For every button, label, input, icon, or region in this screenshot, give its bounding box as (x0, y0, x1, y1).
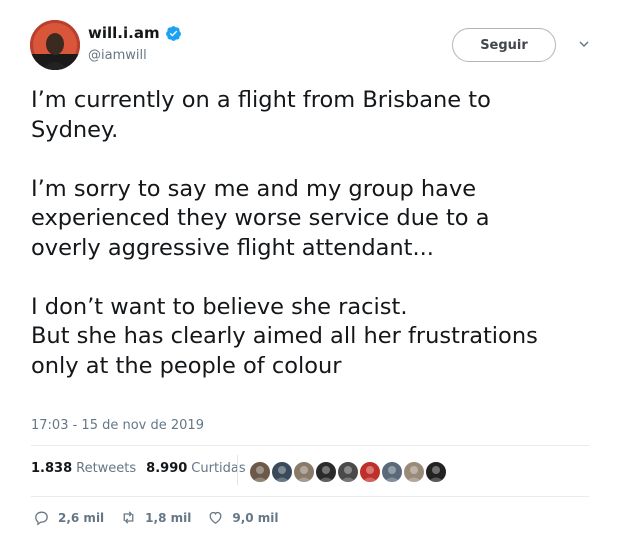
like-count: 9,0 mil (232, 510, 279, 525)
likes-count: 8.990 (146, 461, 188, 476)
liker-avatar[interactable] (402, 460, 426, 484)
tweet-line: experienced they worse service due to a (31, 205, 490, 231)
liker-avatar[interactable] (424, 460, 448, 484)
retweets-count: 1.838 (31, 461, 73, 476)
tweet-line: But she has clearly aimed all her frustr… (31, 323, 538, 349)
retweet-action[interactable]: 1,8 mil (120, 509, 191, 526)
tweet-stats: 1.838 Retweets 8.990 Curtidas (31, 461, 256, 476)
tweet-line: I’m currently on a flight from Brisbane … (31, 87, 491, 113)
display-name-row[interactable]: will.i.am (88, 24, 182, 43)
tweet-line: I’m sorry to say me and my group have (31, 175, 477, 202)
tweet-header: will.i.am @iamwill Seguir (30, 20, 600, 74)
reply-count: 2,6 mil (58, 510, 105, 525)
liker-avatar[interactable] (358, 460, 382, 484)
like-action[interactable]: 9,0 mil (207, 509, 279, 526)
tweet-actions: 2,6 mil 1,8 mil 9,0 mil (33, 509, 295, 526)
divider (31, 496, 589, 497)
verified-badge-icon (165, 26, 181, 41)
retweets-stat[interactable]: 1.838 Retweets (31, 461, 136, 476)
user-names: will.i.am @iamwill (88, 24, 182, 63)
retweet-count: 1,8 mil (145, 510, 192, 525)
heart-icon (209, 511, 222, 524)
liker-avatar[interactable] (292, 460, 316, 484)
divider (31, 445, 589, 446)
user-avatar[interactable] (30, 20, 80, 70)
liker-avatar[interactable] (314, 460, 338, 484)
tweet-line: only at the people of colour (31, 352, 342, 379)
liker-avatar[interactable] (336, 460, 360, 484)
retweets-label: Retweets (76, 461, 137, 476)
liker-avatar[interactable] (380, 460, 404, 484)
stats-separator (237, 455, 238, 485)
tweet-line: overly aggressive flight attendant... (31, 234, 434, 261)
chevron-down-icon[interactable] (578, 38, 590, 50)
display-name[interactable]: will.i.am (88, 24, 160, 43)
reply-action[interactable]: 2,6 mil (33, 509, 104, 526)
tweet-line: Sydney. (31, 116, 119, 143)
likes-stat[interactable]: 8.990 Curtidas (146, 461, 246, 476)
tweet-line-break (31, 263, 591, 293)
tweet-line-break (31, 145, 591, 175)
follow-button[interactable]: Seguir (452, 28, 556, 62)
tweet-text: I’m currently on a flight from Brisbane … (31, 86, 591, 381)
liker-avatars (248, 460, 448, 484)
tweet-line: I don’t want to believe she racist. (31, 293, 408, 320)
liker-avatar[interactable] (248, 460, 272, 484)
tweet-timestamp[interactable]: 17:03 - 15 de nov de 2019 (31, 418, 204, 433)
reply-icon (35, 511, 48, 526)
user-handle[interactable]: @iamwill (88, 48, 182, 63)
liker-avatar[interactable] (270, 460, 294, 484)
retweet-icon (123, 511, 134, 524)
